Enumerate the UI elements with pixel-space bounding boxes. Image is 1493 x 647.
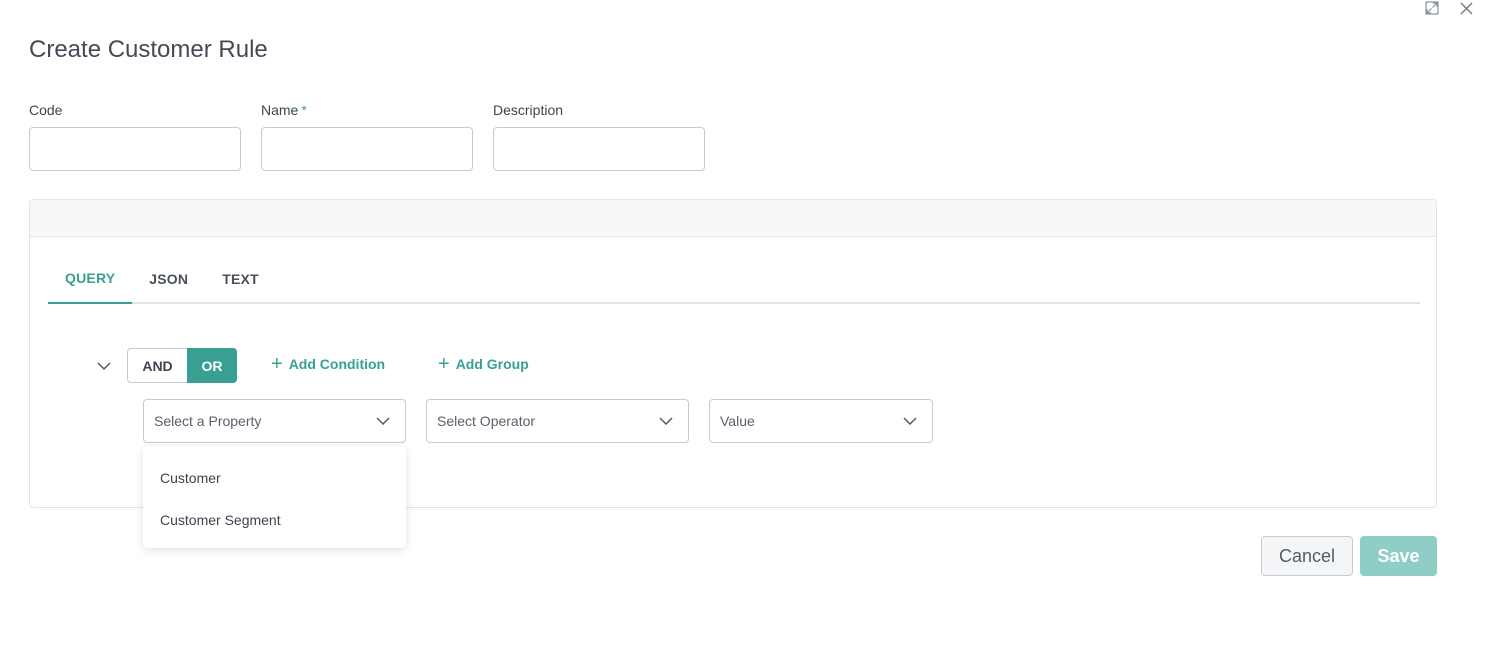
chevron-down-icon: [375, 413, 391, 429]
dropdown-option-customer[interactable]: Customer: [143, 457, 406, 499]
plus-icon: +: [271, 353, 283, 375]
close-icon[interactable]: [1457, 0, 1475, 16]
code-field-group: Code: [29, 101, 241, 171]
add-group-button[interactable]: + Add Group: [438, 353, 529, 375]
chevron-down-icon[interactable]: [94, 356, 114, 376]
value-select-placeholder: Value: [720, 413, 755, 429]
value-select[interactable]: Value: [709, 399, 933, 443]
tab-text[interactable]: TEXT: [205, 258, 276, 304]
chevron-down-icon: [658, 413, 674, 429]
operator-select-placeholder: Select Operator: [437, 413, 536, 429]
add-group-label: Add Group: [455, 356, 529, 372]
expand-icon[interactable]: [1423, 0, 1441, 16]
logic-toggle: AND OR: [127, 348, 237, 383]
and-button[interactable]: AND: [127, 348, 187, 383]
tab-query[interactable]: QUERY: [48, 258, 133, 304]
add-condition-button[interactable]: + Add Condition: [271, 353, 386, 375]
tab-json[interactable]: JSON: [132, 258, 205, 304]
description-field-group: Description: [493, 101, 705, 171]
name-field-group: Name *: [261, 101, 473, 171]
code-label: Code: [29, 102, 63, 118]
plus-icon: +: [438, 353, 450, 375]
property-dropdown-menu: Customer Customer Segment: [143, 446, 406, 548]
property-select[interactable]: Select a Property: [143, 399, 406, 443]
name-input[interactable]: [261, 127, 473, 171]
required-mark: *: [301, 102, 307, 118]
dropdown-option-customer-segment[interactable]: Customer Segment: [143, 499, 406, 541]
query-builder-header: [30, 200, 1436, 237]
name-label: Name *: [261, 101, 473, 119]
page-title: Create Customer Rule: [29, 36, 268, 63]
chevron-down-icon: [902, 413, 918, 429]
add-condition-label: Add Condition: [288, 356, 386, 372]
operator-select[interactable]: Select Operator: [426, 399, 689, 443]
code-input[interactable]: [29, 127, 241, 171]
cancel-button[interactable]: Cancel: [1261, 536, 1353, 576]
name-label-text: Name: [261, 102, 299, 118]
property-select-placeholder: Select a Property: [154, 413, 262, 429]
description-input[interactable]: [493, 127, 705, 171]
window-controls: [1423, 0, 1475, 16]
description-label: Description: [493, 102, 564, 118]
query-tabs: QUERY JSON TEXT: [48, 258, 1420, 304]
or-button[interactable]: OR: [187, 348, 237, 383]
save-button[interactable]: Save: [1360, 536, 1437, 576]
